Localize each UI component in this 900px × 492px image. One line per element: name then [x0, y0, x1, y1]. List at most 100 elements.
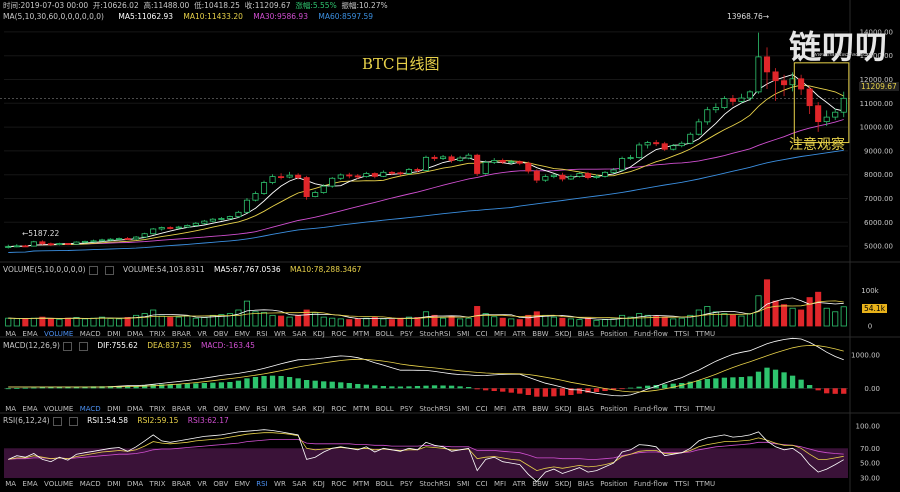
- tab-dmi[interactable]: DMI: [104, 479, 124, 489]
- tab-bbw[interactable]: BBW: [529, 404, 552, 414]
- tab-atr[interactable]: ATR: [509, 479, 529, 489]
- macd-params[interactable]: MACD(12,26,9): [3, 341, 60, 350]
- tab-stochrsi[interactable]: StochRSI: [416, 404, 454, 414]
- tab-kdj[interactable]: KDJ: [310, 404, 328, 414]
- tab-volume[interactable]: VOLUME: [41, 479, 77, 489]
- tab-dmi[interactable]: DMI: [104, 404, 124, 414]
- tab-kdj[interactable]: KDJ: [310, 479, 328, 489]
- tab-boll[interactable]: BOLL: [372, 329, 396, 339]
- vol-params[interactable]: VOLUME(5,10,0,0,0,0): [3, 265, 86, 274]
- tab-rsi[interactable]: RSI: [253, 329, 271, 339]
- tab-boll[interactable]: BOLL: [372, 479, 396, 489]
- tab-ttmu[interactable]: TTMU: [692, 329, 718, 339]
- tab-fund-flow[interactable]: Fund-flow: [631, 329, 671, 339]
- tab-dma[interactable]: DMA: [124, 329, 147, 339]
- tab-skdj[interactable]: SKDJ: [552, 479, 575, 489]
- tab-ma[interactable]: MA: [2, 479, 19, 489]
- tab-brar[interactable]: BRAR: [169, 404, 194, 414]
- tab-cci[interactable]: CCI: [473, 329, 491, 339]
- tab-emv[interactable]: EMV: [231, 479, 253, 489]
- tab-atr[interactable]: ATR: [509, 329, 529, 339]
- ma-params[interactable]: MA(5,10,30,60,0,0,0,0,0,0): [3, 12, 104, 21]
- tab-vr[interactable]: VR: [194, 404, 210, 414]
- tab-volume[interactable]: VOLUME: [41, 404, 77, 414]
- tab-skdj[interactable]: SKDJ: [552, 404, 575, 414]
- tab-bbw[interactable]: BBW: [529, 329, 552, 339]
- tab-wr[interactable]: WR: [271, 479, 289, 489]
- tab-sar[interactable]: SAR: [289, 479, 310, 489]
- tab-bias[interactable]: BIAS: [575, 404, 597, 414]
- tab-psy[interactable]: PSY: [397, 404, 416, 414]
- tab-roc[interactable]: ROC: [328, 479, 350, 489]
- tab-skdj[interactable]: SKDJ: [552, 329, 575, 339]
- tab-ema[interactable]: EMA: [19, 479, 41, 489]
- tab-macd[interactable]: MACD: [77, 479, 104, 489]
- tab-brar[interactable]: BRAR: [169, 329, 194, 339]
- tab-rsi[interactable]: RSI: [253, 404, 271, 414]
- tab-sar[interactable]: SAR: [289, 329, 310, 339]
- tab-fund-flow[interactable]: Fund-flow: [631, 404, 671, 414]
- tab-smi[interactable]: SMI: [454, 479, 473, 489]
- tab-roc[interactable]: ROC: [328, 404, 350, 414]
- tab-macd[interactable]: MACD: [77, 329, 104, 339]
- tab-ma[interactable]: MA: [2, 404, 19, 414]
- tab-position[interactable]: Position: [597, 479, 631, 489]
- tab-dma[interactable]: DMA: [124, 404, 147, 414]
- tab-dma[interactable]: DMA: [124, 479, 147, 489]
- tab-cci[interactable]: CCI: [473, 479, 491, 489]
- tab-mtm[interactable]: MTM: [350, 404, 373, 414]
- tab-obv[interactable]: OBV: [210, 479, 231, 489]
- tab-stochrsi[interactable]: StochRSI: [416, 329, 454, 339]
- tab-macd[interactable]: MACD: [77, 404, 104, 414]
- tab-ma[interactable]: MA: [2, 329, 19, 339]
- tab-trix[interactable]: TRIX: [146, 404, 168, 414]
- volume-panel[interactable]: [5, 279, 847, 327]
- tab-dmi[interactable]: DMI: [104, 329, 124, 339]
- tab-wr[interactable]: WR: [271, 329, 289, 339]
- tab-ttsi[interactable]: TTSI: [671, 404, 692, 414]
- tab-brar[interactable]: BRAR: [169, 479, 194, 489]
- tab-mfi[interactable]: MFI: [491, 479, 510, 489]
- tab-ttmu[interactable]: TTMU: [692, 404, 718, 414]
- tab-emv[interactable]: EMV: [231, 404, 253, 414]
- settings-icon[interactable]: [88, 265, 98, 275]
- tab-ttsi[interactable]: TTSI: [671, 479, 692, 489]
- tab-vr[interactable]: VR: [194, 329, 210, 339]
- tab-position[interactable]: Position: [597, 329, 631, 339]
- tab-smi[interactable]: SMI: [454, 329, 473, 339]
- tab-trix[interactable]: TRIX: [146, 479, 168, 489]
- tab-psy[interactable]: PSY: [397, 479, 416, 489]
- tab-sar[interactable]: SAR: [289, 404, 310, 414]
- tab-volume[interactable]: VOLUME: [41, 329, 77, 339]
- tab-mfi[interactable]: MFI: [491, 404, 510, 414]
- tab-atr[interactable]: ATR: [509, 404, 529, 414]
- close-icon[interactable]: [68, 416, 78, 426]
- tab-kdj[interactable]: KDJ: [310, 329, 328, 339]
- tab-trix[interactable]: TRIX: [146, 329, 168, 339]
- tab-bbw[interactable]: BBW: [529, 479, 552, 489]
- settings-icon[interactable]: [52, 416, 62, 426]
- tab-fund-flow[interactable]: Fund-flow: [631, 479, 671, 489]
- tab-rsi[interactable]: RSI: [253, 479, 271, 489]
- tab-smi[interactable]: SMI: [454, 404, 473, 414]
- tab-mfi[interactable]: MFI: [491, 329, 510, 339]
- tab-ttmu[interactable]: TTMU: [692, 479, 718, 489]
- tab-vr[interactable]: VR: [194, 479, 210, 489]
- tab-boll[interactable]: BOLL: [372, 404, 396, 414]
- tab-emv[interactable]: EMV: [231, 329, 253, 339]
- tab-wr[interactable]: WR: [271, 404, 289, 414]
- tab-roc[interactable]: ROC: [328, 329, 350, 339]
- tab-cci[interactable]: CCI: [473, 404, 491, 414]
- tab-obv[interactable]: OBV: [210, 404, 231, 414]
- tab-obv[interactable]: OBV: [210, 329, 231, 339]
- settings-icon[interactable]: [62, 341, 72, 351]
- tab-psy[interactable]: PSY: [397, 329, 416, 339]
- tab-bias[interactable]: BIAS: [575, 329, 597, 339]
- close-icon[interactable]: [78, 341, 88, 351]
- rsi-params[interactable]: RSI(6,12,24): [3, 416, 50, 425]
- tab-mtm[interactable]: MTM: [350, 479, 373, 489]
- tab-ttsi[interactable]: TTSI: [671, 329, 692, 339]
- tab-stochrsi[interactable]: StochRSI: [416, 479, 454, 489]
- tab-bias[interactable]: BIAS: [575, 479, 597, 489]
- tab-mtm[interactable]: MTM: [350, 329, 373, 339]
